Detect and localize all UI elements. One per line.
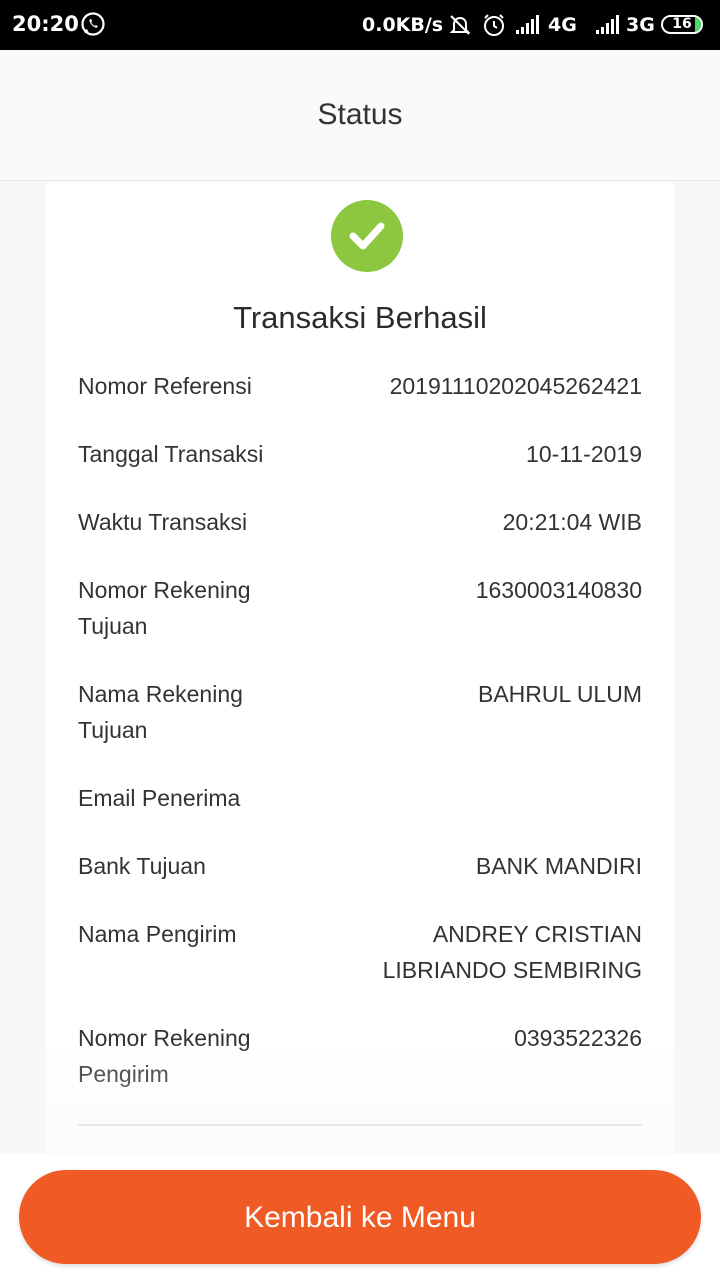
detail-row: Email Penerima — [78, 780, 642, 816]
detail-row: Nama Pengirim ANDREY CRISTIAN LIBRIANDO S… — [78, 916, 642, 988]
detail-row: Nomor Rekening Tujuan 1630003140830 — [78, 572, 642, 644]
battery-icon: 16 — [661, 15, 703, 34]
receipt-card: Transaksi Berhasil Nomor Referensi 201911… — [46, 182, 674, 1182]
alarm-icon — [484, 14, 504, 36]
detail-label: Nomor Rekening Tujuan — [78, 577, 251, 639]
bell-off-icon — [449, 15, 471, 35]
whatsapp-icon — [81, 12, 105, 36]
detail-value: 1630003140830 — [475, 577, 642, 603]
detail-value: 0393522326 — [514, 1025, 642, 1051]
detail-label: Waktu Transaksi — [78, 509, 248, 535]
network-speed: 0.0KB/s — [362, 14, 444, 36]
detail-label: Nama Pengirim — [78, 921, 237, 947]
detail-row: Bank Tujuan BANK MANDIRI — [78, 848, 642, 884]
detail-value: BAHRUL ULUM — [477, 681, 642, 707]
detail-value: ANDREY CRISTIAN LIBRIANDO SEMBIRING — [382, 921, 642, 983]
detail-label: Email Penerima — [78, 785, 241, 811]
bottom-bar: Kembali ke Menu — [0, 1154, 720, 1280]
transaction-details: Nomor Referensi 20191110202045262421 Tangg… — [78, 368, 642, 1124]
page-title: Status — [317, 98, 403, 131]
detail-row: Nama Rekening Tujuan BAHRUL ULUM — [78, 676, 642, 748]
result-title: Transaksi Berhasil — [233, 300, 487, 335]
signal-icon — [516, 15, 539, 34]
detail-value: 10-11-2019 — [526, 441, 642, 467]
detail-label: Bank Tujuan — [78, 853, 206, 879]
detail-row: Nomor Rekening Pengirim 0393522326 — [78, 1020, 642, 1092]
signal-icon — [596, 15, 619, 34]
battery-level: 16 — [672, 16, 692, 32]
status-bar: 20:20 0.0KB/s 4G 3G 16 — [0, 0, 720, 50]
detail-label: Nama Rekening Tujuan — [78, 681, 243, 743]
detail-row: Tanggal Transaksi 10-11-2019 — [78, 436, 642, 472]
back-to-menu-button[interactable]: Kembali ke Menu — [19, 1170, 701, 1264]
network-type-1: 4G — [548, 14, 577, 36]
detail-value: 20191110202045262421 — [389, 373, 642, 399]
detail-value: BANK MANDIRI — [475, 853, 642, 879]
detail-label: Nomor Referensi — [78, 373, 252, 399]
detail-value: 20:21:04 WIB — [502, 509, 642, 535]
detail-row: Nomor Referensi 20191110202045262421 — [78, 368, 642, 404]
detail-label: Tanggal Transaksi — [78, 441, 264, 467]
success-badge — [331, 200, 403, 272]
clock: 20:20 — [12, 12, 79, 36]
app-header: Status — [0, 50, 720, 181]
detail-label: Nomor Rekening Pengirim — [78, 1025, 251, 1087]
check-icon — [349, 222, 385, 250]
detail-row: Waktu Transaksi 20:21:04 WIB — [78, 504, 642, 540]
divider — [78, 1124, 642, 1126]
network-type-2: 3G — [626, 14, 655, 36]
